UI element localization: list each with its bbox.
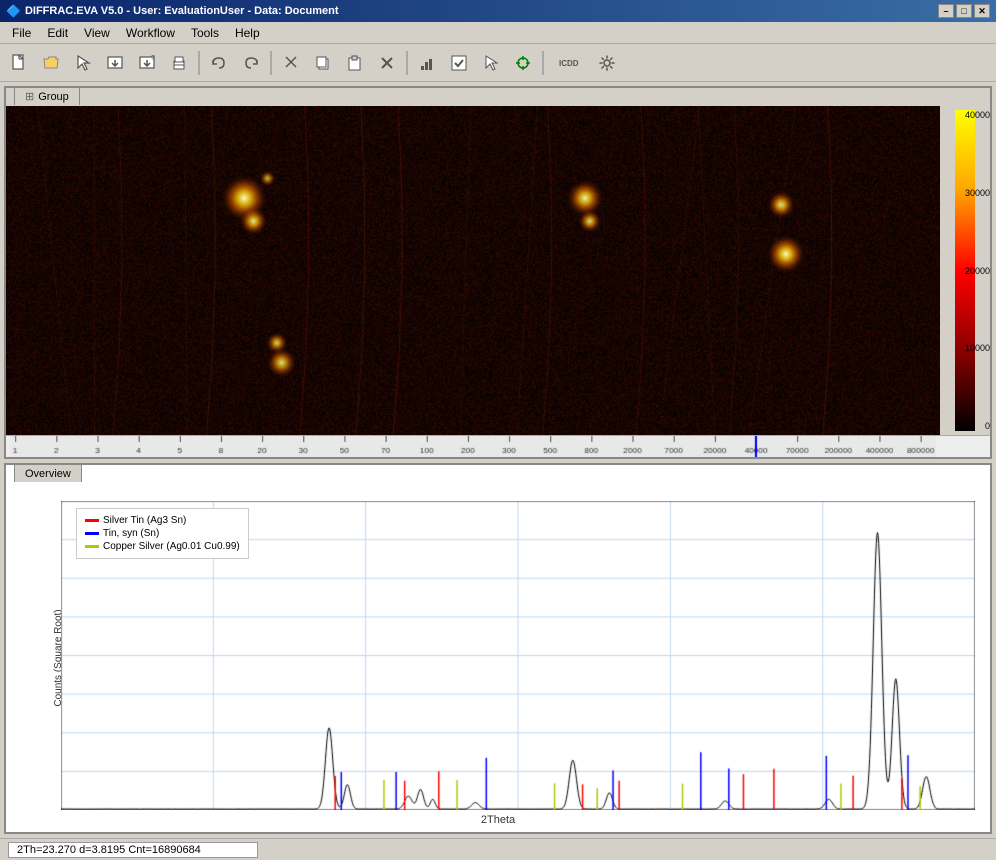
scale-label-10000: 10000	[960, 343, 990, 353]
separator-4	[542, 51, 544, 75]
gear-button[interactable]	[592, 49, 622, 77]
titlebar-title: DIFFRAC.EVA V5.0 - User: EvaluationUser …	[25, 5, 339, 17]
legend: Silver Tin (Ag3 Sn) Tin, syn (Sn) Copper…	[76, 508, 249, 559]
titlebar-left: 🔷 DIFFRAC.EVA V5.0 - User: EvaluationUse…	[6, 4, 339, 18]
separator-1	[198, 51, 200, 75]
delete-button[interactable]	[372, 49, 402, 77]
separator-2	[270, 51, 272, 75]
separator-3	[406, 51, 408, 75]
toolbar: ? ICDD	[0, 44, 996, 82]
statusbar: 2Th=23.270 d=3.8195 Cnt=16890684	[0, 838, 996, 860]
main-content: ⊞ Group 40000 30000 20000 10000 0	[0, 82, 996, 838]
legend-color-tin	[85, 532, 99, 535]
scale-label-30000: 30000	[960, 188, 990, 198]
menu-tools[interactable]: Tools	[183, 24, 227, 42]
legend-color-copper-silver	[85, 545, 99, 548]
legend-label-copper-silver: Copper Silver (Ag0.01 Cu0.99)	[103, 541, 240, 552]
overview-tab-label: Overview	[25, 468, 71, 480]
select-cursor-button[interactable]	[476, 49, 506, 77]
scale-labels: 40000 30000 20000 10000 0	[960, 110, 990, 431]
x-axis-label: 2Theta	[481, 814, 515, 826]
overview-tab[interactable]: Overview	[14, 464, 82, 482]
status-panel: 2Th=23.270 d=3.8195 Cnt=16890684	[8, 842, 258, 858]
svg-text:ICDD: ICDD	[559, 59, 579, 68]
menu-edit[interactable]: Edit	[39, 24, 76, 42]
menubar: File Edit View Workflow Tools Help	[0, 22, 996, 44]
import-button[interactable]	[100, 49, 130, 77]
print-button[interactable]	[164, 49, 194, 77]
scale-label-40000: 40000	[960, 110, 990, 120]
minimize-button[interactable]: –	[938, 4, 954, 18]
legend-item-silver-tin: Silver Tin (Ag3 Sn)	[85, 515, 240, 526]
legend-label-tin: Tin, syn (Sn)	[103, 528, 159, 539]
undo-button[interactable]	[204, 49, 234, 77]
ruler-canvas	[10, 436, 936, 458]
copy-button[interactable]	[308, 49, 338, 77]
legend-item-copper-silver: Copper Silver (Ag0.01 Cu0.99)	[85, 541, 240, 552]
icdd-button[interactable]: ICDD	[548, 49, 590, 77]
status-text: 2Th=23.270 d=3.8195 Cnt=16890684	[17, 844, 201, 856]
group-tab[interactable]: ⊞ Group	[14, 87, 80, 105]
chart-area: Counts (Square Root) Silver Tin (Ag3 Sn)…	[6, 483, 990, 832]
group-tab-icon: ⊞	[25, 90, 34, 103]
legend-item-tin: Tin, syn (Sn)	[85, 528, 240, 539]
detector-canvas	[6, 106, 940, 435]
group-content: 40000 30000 20000 10000 0	[6, 106, 990, 435]
group-tab-label: Group	[38, 91, 69, 103]
menu-help[interactable]: Help	[227, 24, 268, 42]
check-button[interactable]	[444, 49, 474, 77]
overview-panel: Overview Counts (Square Root) Silver Tin…	[4, 463, 992, 834]
x-ruler	[6, 435, 990, 457]
svg-text:?: ?	[151, 55, 155, 62]
open-button[interactable]	[36, 49, 66, 77]
legend-color-silver-tin	[85, 519, 99, 522]
maximize-button[interactable]: □	[956, 4, 972, 18]
new-button[interactable]	[4, 49, 34, 77]
paste-button[interactable]	[340, 49, 370, 77]
scale-label-20000: 20000	[960, 266, 990, 276]
menu-view[interactable]: View	[76, 24, 118, 42]
menu-file[interactable]: File	[4, 24, 39, 42]
app-icon: 🔷	[6, 4, 21, 18]
crosshair-button[interactable]	[508, 49, 538, 77]
group-panel: ⊞ Group 40000 30000 20000 10000 0	[4, 86, 992, 459]
detector-image	[6, 106, 940, 435]
color-scale: 40000 30000 20000 10000 0	[940, 106, 990, 435]
redo-button[interactable]	[236, 49, 266, 77]
chart-button[interactable]	[412, 49, 442, 77]
cut-button[interactable]	[276, 49, 306, 77]
legend-label-silver-tin: Silver Tin (Ag3 Sn)	[103, 515, 186, 526]
titlebar: 🔷 DIFFRAC.EVA V5.0 - User: EvaluationUse…	[0, 0, 996, 22]
close-button[interactable]: ✕	[974, 4, 990, 18]
menu-workflow[interactable]: Workflow	[118, 24, 183, 42]
titlebar-controls: – □ ✕	[938, 4, 990, 18]
scale-label-0: 0	[960, 421, 990, 431]
import2-button[interactable]: ?	[132, 49, 162, 77]
cursor-button[interactable]	[68, 49, 98, 77]
overview-content: Counts (Square Root) Silver Tin (Ag3 Sn)…	[6, 483, 990, 832]
